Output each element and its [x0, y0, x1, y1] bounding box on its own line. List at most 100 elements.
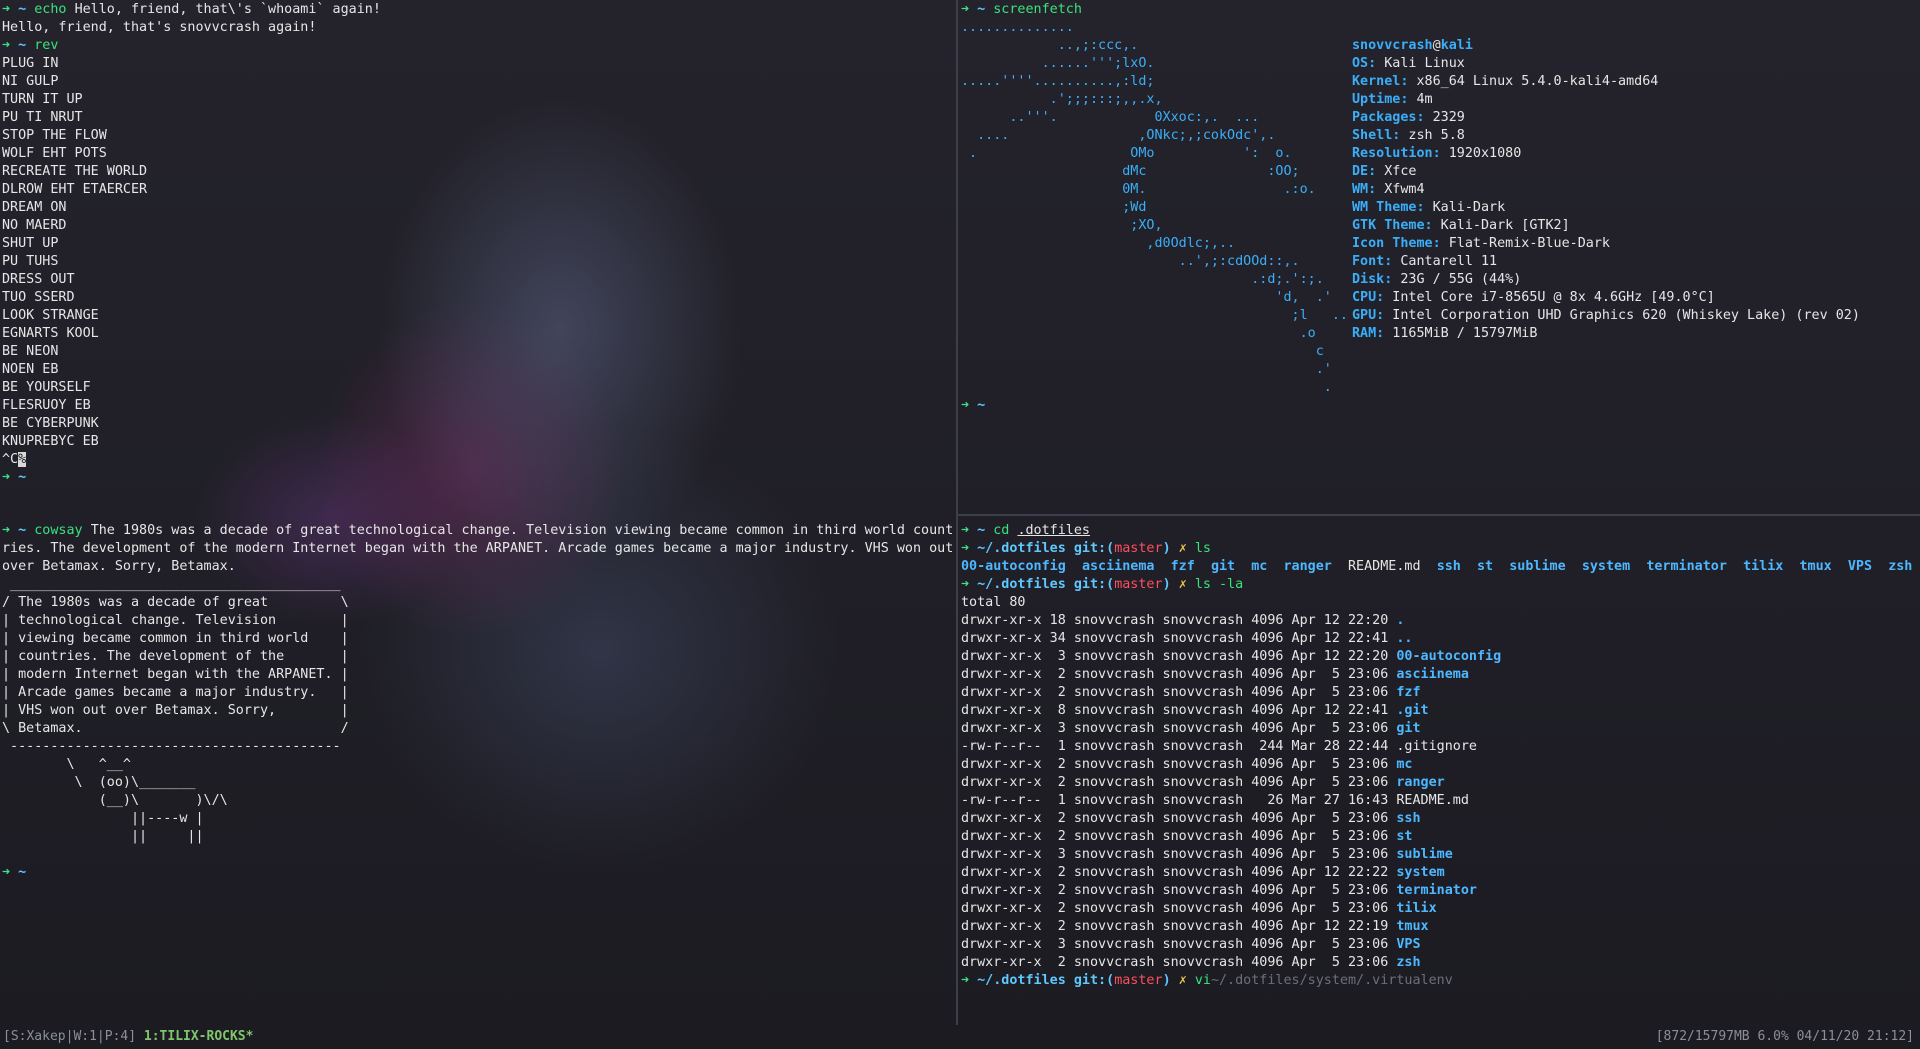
info-key: Uptime:	[1352, 92, 1409, 107]
ascii-art-line: ......''';lxO.	[961, 56, 1155, 71]
info-row: Font: Cantarell 11	[1352, 253, 1860, 271]
listing-row: drwxr-xr-x 2 snovvcrash snovvcrash 4096 …	[961, 864, 1920, 882]
listing-row: drwxr-xr-x 34 snovvcrash snovvcrash 4096…	[961, 630, 1920, 648]
cowsay-line: ________________________________________…	[2, 577, 341, 592]
listing-row: -rw-r--r-- 1 snovvcrash snovvcrash 26 Ma…	[961, 792, 1920, 810]
ls-command-line: ➜ ~/.dotfiles git:(master) ✗ ls	[961, 541, 1211, 556]
directory-entry[interactable]: sublime	[1509, 559, 1565, 574]
rev-output-line: BE CYBERPUNK	[2, 416, 99, 431]
rev-output-line: SHUT UP	[2, 236, 59, 251]
directory-entry[interactable]: ssh	[1396, 811, 1420, 826]
prompt-line[interactable]: ➜ ~	[2, 864, 956, 882]
file-entry[interactable]: .gitignore	[1396, 739, 1477, 754]
ascii-art-line: .'	[961, 362, 1332, 377]
info-value: Flat-Remix-Blue-Dark	[1440, 236, 1610, 251]
info-key: GTK Theme:	[1352, 218, 1433, 233]
listing-row: drwxr-xr-x 2 snovvcrash snovvcrash 4096 …	[961, 918, 1920, 936]
info-value: 1920x1080	[1440, 146, 1522, 161]
directory-entry[interactable]: fzf	[1396, 685, 1420, 700]
info-value: Xfwm4	[1376, 182, 1425, 197]
rev-output-line: KNUPREBYC EB	[2, 434, 99, 449]
file-entry[interactable]: README.md	[1348, 559, 1421, 574]
directory-entry[interactable]: sublime	[1396, 847, 1452, 862]
info-key: WM:	[1352, 182, 1377, 197]
prompt-line[interactable]: ➜ ~	[2, 469, 956, 487]
directory-entry[interactable]: mc	[1396, 757, 1412, 772]
info-row: GTK Theme: Kali-Dark [GTK2]	[1352, 217, 1860, 235]
file-meta: drwxr-xr-x 2 snovvcrash snovvcrash 4096 …	[961, 829, 1397, 844]
info-row: OS: Kali Linux	[1352, 55, 1860, 73]
info-value: Intel Core i7-8565U @ 8x 4.6GHz [49.0°C]	[1384, 290, 1715, 305]
directory-entry[interactable]: system	[1396, 865, 1444, 880]
directory-entry[interactable]: ..	[1396, 631, 1412, 646]
info-key: CPU:	[1352, 290, 1385, 305]
file-meta: drwxr-xr-x 2 snovvcrash snovvcrash 4096 …	[961, 919, 1397, 934]
directory-entry[interactable]: zsh	[1888, 559, 1912, 574]
prompt-line[interactable]: ➜ ~	[961, 397, 985, 415]
info-key: Packages:	[1352, 110, 1425, 125]
directory-entry[interactable]: asciinema	[1396, 667, 1469, 682]
cd-command-line: ➜ ~ cd .dotfiles	[961, 523, 1090, 538]
info-value: x86_64 Linux 5.4.0-kali4-amd64	[1408, 74, 1659, 89]
file-meta: -rw-r--r-- 1 snovvcrash snovvcrash 26 Ma…	[961, 793, 1397, 808]
rev-output-line: TURN IT UP	[2, 92, 83, 107]
directory-entry[interactable]: tilix	[1396, 901, 1436, 916]
rev-output-line: PLUG IN	[2, 56, 59, 71]
directory-entry[interactable]: 00-autoconfig	[961, 559, 1066, 574]
cowsay-command-line: ➜ ~ cowsay The 1980s was a decade of gre…	[2, 523, 954, 538]
echo-output: Hello, friend, that's snovvcrash again!	[2, 20, 317, 35]
window-tab[interactable]: 1:TILIX-ROCKS*	[144, 1029, 254, 1044]
echo-command-line: ➜ ~ echo Hello, friend, that\'s `whoami`…	[2, 2, 381, 17]
directory-entry[interactable]: ranger	[1396, 775, 1444, 790]
directory-entry[interactable]: st	[1396, 829, 1412, 844]
terminal-pane-bottom-left[interactable]: ➜ ~ cowsay The 1980s was a decade of gre…	[0, 517, 956, 1024]
ascii-art-line: .	[961, 380, 1332, 395]
file-meta: drwxr-xr-x 2 snovvcrash snovvcrash 4096 …	[961, 901, 1397, 916]
file-entry[interactable]: README.md	[1396, 793, 1469, 808]
directory-entry[interactable]: terminator	[1646, 559, 1727, 574]
directory-entry[interactable]: tmux	[1396, 919, 1428, 934]
listing-row: drwxr-xr-x 2 snovvcrash snovvcrash 4096 …	[961, 756, 1920, 774]
directory-entry[interactable]: tmux	[1800, 559, 1832, 574]
pane-divider-vertical[interactable]	[956, 0, 958, 1025]
file-meta: drwxr-xr-x 3 snovvcrash snovvcrash 4096 …	[961, 847, 1397, 862]
rev-output-line: PU TI NRUT	[2, 110, 83, 125]
ascii-art-line: .:d;.':;.	[961, 272, 1324, 287]
terminal-pane-top-right[interactable]: ➜ ~ screenfetch .............. ..,;:ccc,…	[959, 0, 1920, 514]
rev-output-line: NI GULP	[2, 74, 59, 89]
directory-entry[interactable]: terminator	[1396, 883, 1477, 898]
directory-entry[interactable]: fzf	[1171, 559, 1195, 574]
directory-entry[interactable]: VPS	[1848, 559, 1872, 574]
info-key: GPU:	[1352, 308, 1385, 323]
tmux-status-bar: [S:Xakep|W:1|P:4] 1:TILIX-ROCKS* [872/15…	[0, 1025, 1920, 1049]
directory-entry[interactable]: mc	[1251, 559, 1267, 574]
screenfetch-command-line: ➜ ~ screenfetch	[961, 2, 1082, 17]
info-row: DE: Xfce	[1352, 163, 1860, 181]
pane-divider-horizontal[interactable]	[958, 514, 1920, 516]
prompt-line[interactable]: ➜ ~/.dotfiles git:(master) ✗ vi​~/.dotfi…	[961, 972, 1920, 990]
directory-entry[interactable]: git	[1211, 559, 1235, 574]
directory-entry[interactable]: asciinema	[1082, 559, 1155, 574]
directory-entry[interactable]: VPS	[1396, 937, 1420, 952]
file-meta: drwxr-xr-x 2 snovvcrash snovvcrash 4096 …	[961, 685, 1397, 700]
system-info-rows: OS: Kali Linux Kernel: x86_64 Linux 5.4.0…	[1352, 55, 1860, 343]
cowsay-line: | viewing became common in third world |	[2, 631, 349, 646]
listing-row: drwxr-xr-x 3 snovvcrash snovvcrash 4096 …	[961, 936, 1920, 954]
directory-entry[interactable]: zsh	[1396, 955, 1420, 970]
directory-entry[interactable]: ranger	[1284, 559, 1332, 574]
directory-entry[interactable]: .	[1396, 613, 1404, 628]
directory-entry[interactable]: 00-autoconfig	[1396, 649, 1501, 664]
directory-entry[interactable]: tilix	[1743, 559, 1783, 574]
directory-entry[interactable]: ssh	[1437, 559, 1461, 574]
ascii-art-line: 'd, .'	[961, 290, 1332, 305]
info-row: Uptime: 4m	[1352, 91, 1860, 109]
ascii-art-line: .';;;:::;,,.x,	[961, 92, 1163, 107]
directory-entry[interactable]: git	[1396, 721, 1420, 736]
directory-entry[interactable]: system	[1582, 559, 1630, 574]
terminal-pane-top-left[interactable]: ➜ ~ echo Hello, friend, that\'s `whoami`…	[0, 0, 956, 514]
directory-entry[interactable]: st	[1477, 559, 1493, 574]
ascii-art-line: ..,;:ccc,.	[961, 38, 1139, 53]
terminal-pane-bottom-right[interactable]: ➜ ~ cd .dotfiles ➜ ~/.dotfiles git:(mast…	[959, 517, 1920, 1024]
directory-entry[interactable]: .git	[1396, 703, 1428, 718]
info-row: RAM: 1165MiB / 15797MiB	[1352, 325, 1860, 343]
